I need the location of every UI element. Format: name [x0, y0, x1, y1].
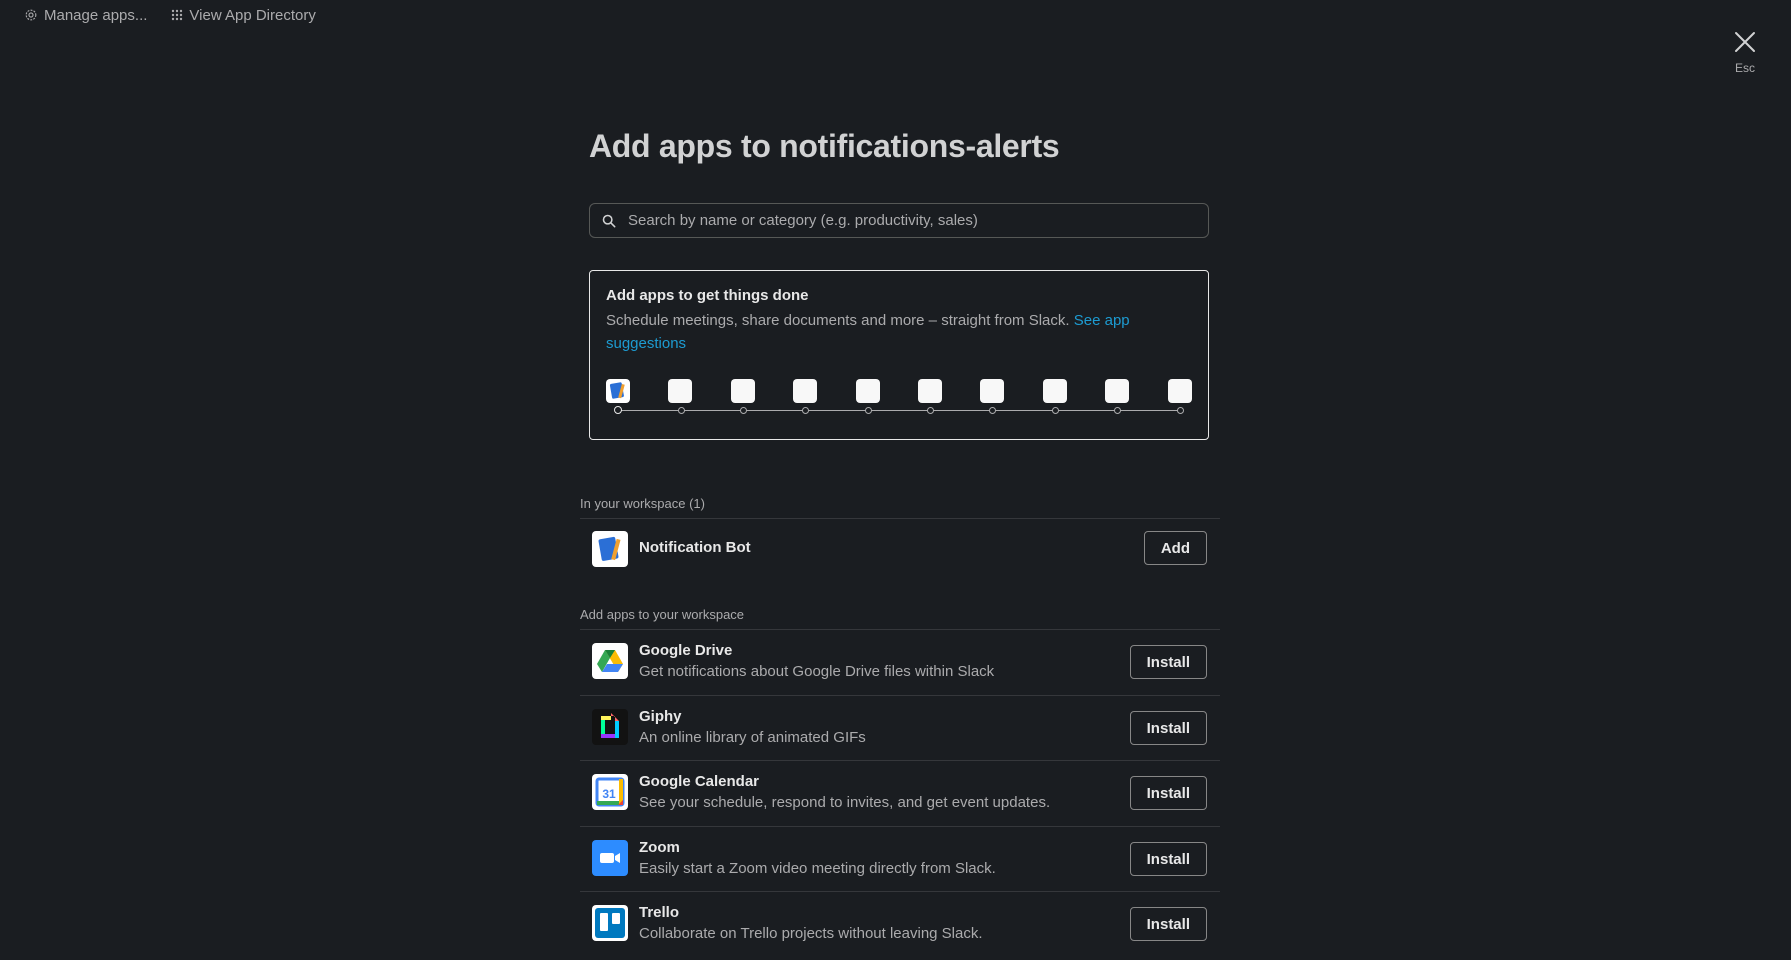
carousel-app-tile[interactable] — [980, 379, 1004, 403]
card-description: Schedule meetings, share documents and m… — [606, 312, 1070, 329]
app-name: Google Drive — [639, 642, 733, 659]
app-row[interactable]: Notification Bot Add — [580, 518, 1220, 578]
carousel-dot-active[interactable] — [614, 406, 622, 414]
install-button[interactable]: Install — [1129, 907, 1207, 941]
carousel-app-tile[interactable] — [668, 379, 692, 403]
manage-apps-link[interactable]: Manage apps... — [24, 7, 147, 24]
carousel-dot[interactable] — [865, 407, 872, 414]
add-button[interactable]: Add — [1143, 531, 1207, 565]
app-name: Giphy — [639, 708, 682, 725]
search-box — [589, 203, 1209, 238]
carousel-app-tile[interactable] — [606, 379, 630, 403]
esc-label: Esc — [1734, 61, 1755, 75]
app-name: Google Calendar — [639, 773, 760, 790]
svg-text:31: 31 — [602, 787, 616, 801]
zoom-icon — [592, 840, 628, 876]
install-button[interactable]: Install — [1129, 776, 1207, 810]
page-title: Add apps to notifications-alerts — [589, 128, 1060, 164]
giphy-icon — [592, 709, 628, 745]
install-section-label: Add apps to your workspace — [580, 607, 745, 622]
carousel-app-tile[interactable] — [1043, 379, 1067, 403]
carousel-app-tile[interactable] — [1168, 379, 1192, 403]
carousel-dot[interactable] — [927, 407, 934, 414]
google-calendar-icon: 31 — [592, 774, 628, 810]
card-description-block: Schedule meetings, share documents and m… — [606, 309, 1146, 355]
app-description: An online library of animated GIFs — [639, 729, 866, 746]
install-section: Add apps to your workspace Google Drive … — [580, 607, 1220, 951]
gear-icon — [25, 9, 37, 21]
carousel-app-tile[interactable] — [731, 379, 755, 403]
app-description: Easily start a Zoom video meeting direct… — [639, 860, 996, 877]
carousel-dot[interactable] — [1177, 407, 1184, 414]
view-app-directory-link[interactable]: View App Directory — [171, 6, 316, 24]
carousel-dot[interactable] — [1114, 407, 1121, 414]
search-input[interactable] — [626, 211, 1190, 230]
google-drive-icon — [592, 643, 628, 679]
notebook-icon — [609, 382, 625, 399]
search-icon — [602, 214, 616, 227]
carousel-app-tile[interactable] — [1105, 379, 1129, 403]
top-bar: Manage apps... View App Directory — [0, 0, 316, 30]
trello-icon — [592, 905, 628, 941]
suggestions-card: Add apps to get things done Schedule mee… — [589, 270, 1209, 440]
carousel-app-tile[interactable] — [793, 379, 817, 403]
app-row[interactable]: 31 Google Calendar See your schedule, re… — [580, 760, 1220, 826]
carousel-dot[interactable] — [1052, 407, 1059, 414]
notification-bot-icon — [592, 531, 628, 567]
carousel-dot[interactable] — [989, 407, 996, 414]
install-button[interactable]: Install — [1129, 645, 1207, 679]
close-icon — [1735, 32, 1755, 52]
carousel-dot[interactable] — [740, 407, 747, 414]
app-row[interactable]: Giphy An online library of animated GIFs… — [580, 695, 1220, 760]
app-description: Collaborate on Trello projects without l… — [639, 925, 983, 942]
app-row[interactable]: Zoom Easily start a Zoom video meeting d… — [580, 826, 1220, 891]
app-row[interactable]: Google Drive Get notifications about Goo… — [580, 629, 1220, 695]
app-name: Zoom — [639, 839, 680, 856]
app-name: Trello — [639, 904, 680, 921]
app-name: Notification Bot — [639, 539, 751, 556]
carousel-dot[interactable] — [678, 407, 685, 414]
app-row[interactable]: Trello Collaborate on Trello projects wi… — [580, 891, 1220, 951]
app-description: See your schedule, respond to invites, a… — [639, 794, 1051, 811]
main-content: Add apps to notifications-alerts Add app… — [589, 128, 1211, 440]
card-title: Add apps to get things done — [606, 287, 809, 304]
app-description: Get notifications about Google Drive fil… — [639, 663, 995, 680]
manage-apps-label: Manage apps... — [44, 6, 148, 24]
view-app-directory-label: View App Directory — [189, 6, 316, 24]
grid-icon — [172, 9, 183, 21]
close-button[interactable]: Esc — [1730, 30, 1760, 75]
carousel-app-tile[interactable] — [856, 379, 880, 403]
workspace-section-label: In your workspace (1) — [580, 496, 705, 511]
install-button[interactable]: Install — [1129, 842, 1207, 876]
carousel-timeline — [618, 410, 1182, 411]
app-carousel — [606, 379, 1194, 421]
carousel-app-tile[interactable] — [918, 379, 942, 403]
workspace-section: In your workspace (1) Notification Bot A… — [580, 496, 1220, 578]
install-button[interactable]: Install — [1129, 711, 1207, 745]
carousel-dot[interactable] — [802, 407, 809, 414]
